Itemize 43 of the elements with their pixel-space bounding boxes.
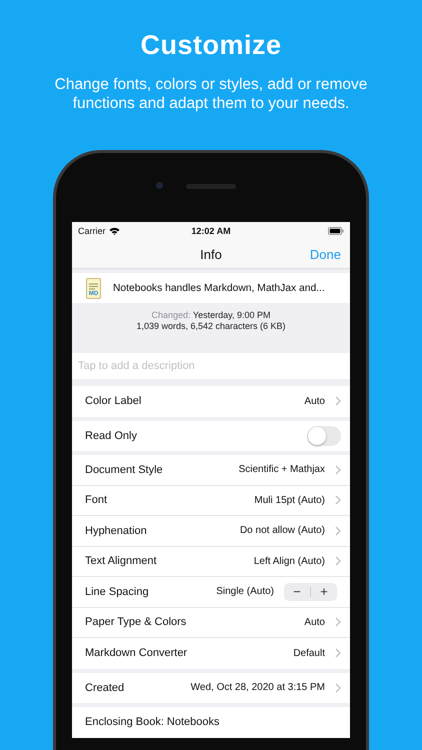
chevron-icon[interactable] xyxy=(335,648,341,658)
setting-label: Document Style xyxy=(85,464,164,476)
chevron-icon[interactable] xyxy=(335,396,341,406)
carrier-label: Carrier xyxy=(78,226,106,236)
chevron-icon[interactable] xyxy=(335,556,341,566)
setting-label: Color Label xyxy=(85,395,142,408)
setting-label: Read Only xyxy=(85,430,138,442)
chevron-icon[interactable] xyxy=(335,464,341,475)
setting-value: Do not allow (Auto) xyxy=(240,525,325,536)
setting-label: Hyphenation xyxy=(85,524,148,537)
chevron-icon[interactable] xyxy=(335,617,341,628)
setting-label: Enclosing Book: Notebooks xyxy=(85,716,221,728)
setting-label: Font xyxy=(85,494,108,506)
document-title: Notebooks handles Markdown, MathJax and... xyxy=(113,282,325,294)
chevron-icon[interactable] xyxy=(335,526,341,536)
setting-value: Auto xyxy=(304,396,325,407)
setting-value: Auto xyxy=(304,616,325,628)
setting-label: Created xyxy=(85,682,126,694)
battery-icon xyxy=(328,227,344,235)
nav-title: Info xyxy=(200,246,222,262)
setting-label: Line Spacing xyxy=(85,586,150,598)
setting-value: Muli 15pt (Auto) xyxy=(254,494,325,506)
document-stats: 1,039 words, 6,542 characters (6 KB) xyxy=(135,321,287,332)
setting-label: Paper Type & Colors xyxy=(85,616,188,628)
increment-button[interactable]: + xyxy=(311,582,337,601)
wifi-icon xyxy=(108,227,120,235)
toggle-switch[interactable] xyxy=(307,426,341,446)
setting-value: Wed, Oct 28, 2020 at 3:15 PM xyxy=(190,682,325,694)
promo-subtitle: Change fonts, colors or styles, add or remove functions and adapt them to your needs. xyxy=(54,75,368,113)
camera-icon xyxy=(156,182,163,189)
setting-value: Single (Auto) xyxy=(216,586,274,598)
promo-title: Customize xyxy=(139,30,283,61)
setting-label: Markdown Converter xyxy=(85,647,188,660)
changed-date: Yesterday, 9:00 PM xyxy=(192,310,270,320)
chevron-icon[interactable] xyxy=(335,682,341,693)
chevron-icon[interactable] xyxy=(335,495,341,506)
status-time: 12:02 AM xyxy=(191,226,231,236)
decrement-button[interactable]: − xyxy=(284,582,310,601)
setting-value: Left Align (Auto) xyxy=(254,556,325,567)
changed-label: Changed: xyxy=(152,310,191,320)
setting-value: Default xyxy=(293,648,325,659)
setting-label: Text Alignment xyxy=(85,555,158,568)
setting-value: Scientific + Mathjax xyxy=(238,464,325,476)
